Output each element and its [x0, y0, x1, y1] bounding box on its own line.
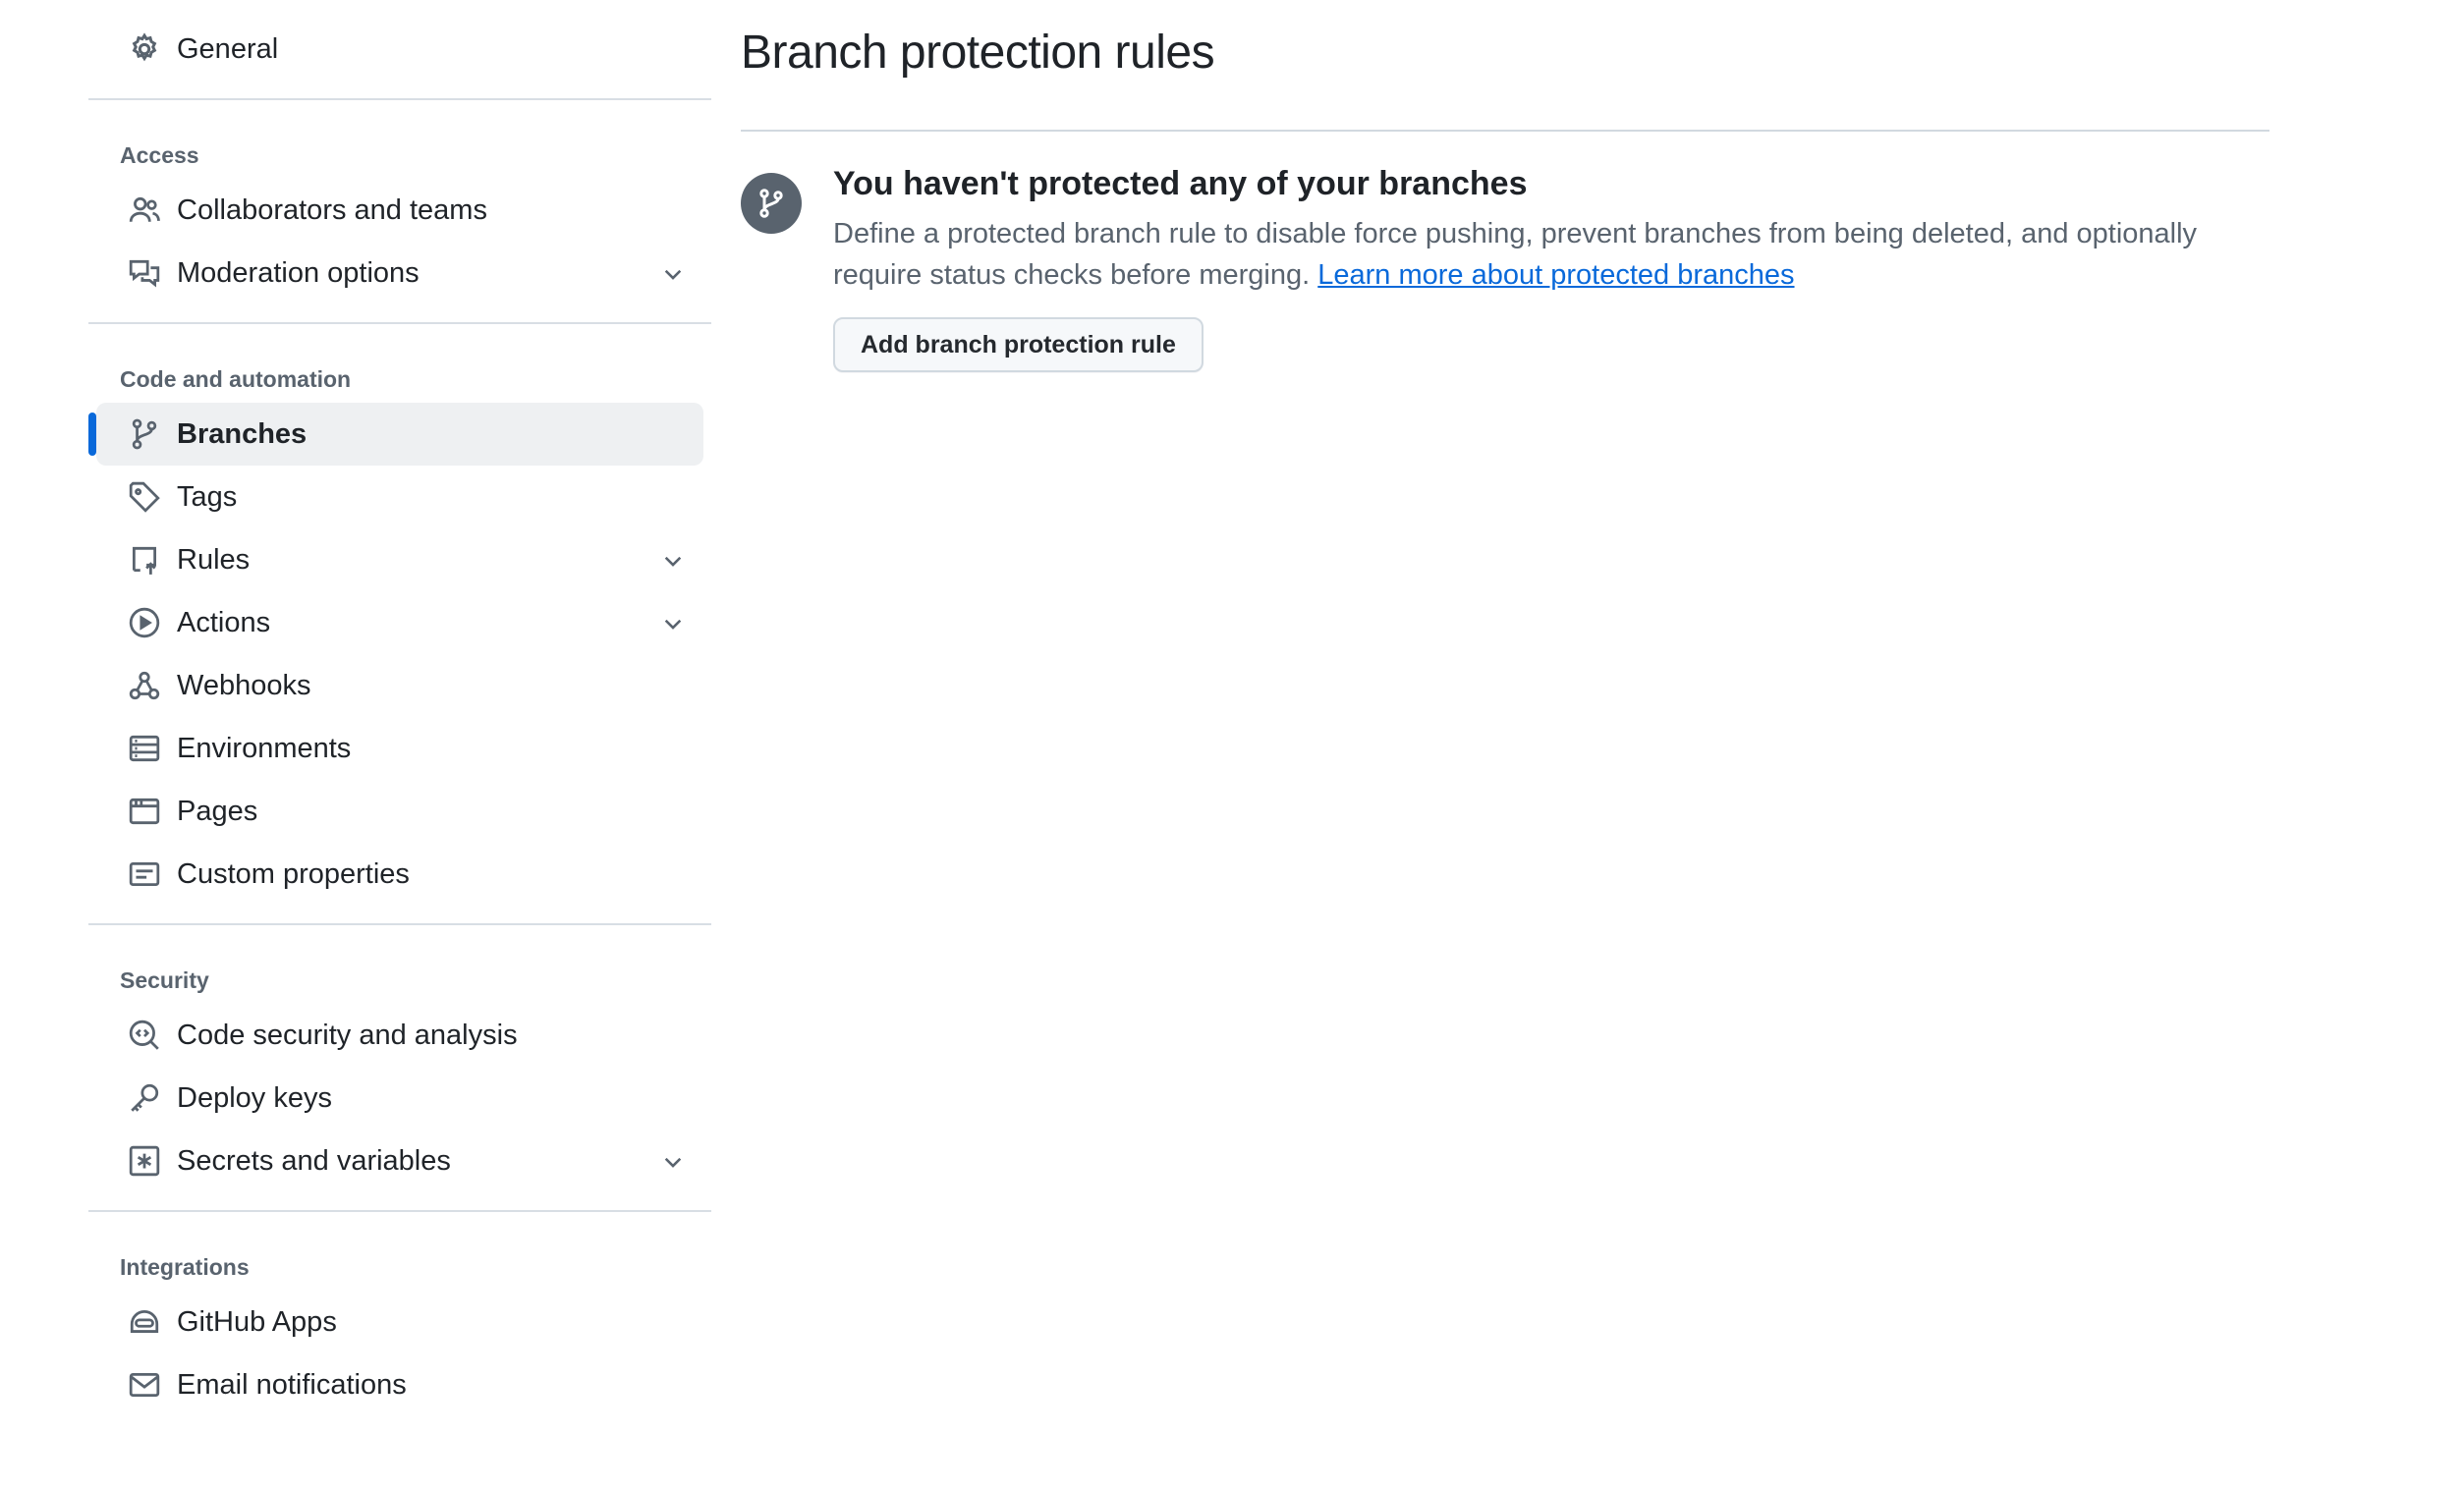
chevron-down-icon[interactable]	[660, 261, 686, 287]
sidebar-item-deploy-keys[interactable]: Deploy keys	[96, 1067, 703, 1130]
sidebar-item-moderation[interactable]: Moderation options	[96, 242, 703, 304]
sidebar-item-tags[interactable]: Tags	[96, 466, 703, 528]
people-icon	[128, 193, 161, 227]
sidebar-item-label: Branches	[177, 417, 308, 450]
sidebar-divider	[88, 322, 711, 324]
mail-icon	[128, 1368, 161, 1402]
sidebar-item-label: Webhooks	[177, 669, 311, 701]
sidebar-divider	[88, 1210, 711, 1212]
settings-sidebar: General Access Collaborators and teams M…	[88, 0, 711, 1416]
selected-indicator	[88, 413, 96, 456]
add-branch-protection-rule-button[interactable]: Add branch protection rule	[833, 317, 1204, 372]
sidebar-item-environments[interactable]: Environments	[96, 717, 703, 780]
sidebar-divider	[88, 923, 711, 925]
main-content: Branch protection rules You haven't prot…	[741, 0, 2273, 372]
server-icon	[128, 732, 161, 765]
key-asterisk-icon	[128, 1144, 161, 1178]
sidebar-item-collaborators[interactable]: Collaborators and teams	[96, 179, 703, 242]
chevron-down-icon[interactable]	[660, 611, 686, 636]
repo-push-icon	[128, 543, 161, 577]
sidebar-item-custom-properties[interactable]: Custom properties	[96, 843, 703, 906]
sidebar-item-github-apps[interactable]: GitHub Apps	[96, 1291, 703, 1353]
sidebar-item-branches[interactable]: Branches	[88, 403, 703, 466]
sidebar-item-label: Environments	[177, 732, 352, 764]
title-divider	[741, 130, 2269, 132]
key-icon	[128, 1081, 161, 1115]
note-icon	[128, 857, 161, 891]
group-label-code-automation: Code and automation	[120, 366, 352, 392]
sidebar-item-label: Code security and analysis	[177, 1019, 518, 1051]
git-branch-icon	[741, 173, 802, 234]
sidebar-item-webhooks[interactable]: Webhooks	[96, 654, 703, 717]
sidebar-item-label: GitHub Apps	[177, 1305, 337, 1338]
sidebar-item-label: Tags	[177, 480, 238, 513]
learn-more-link[interactable]: Learn more about protected branches	[1317, 259, 1794, 291]
sidebar-item-label: Actions	[177, 606, 271, 638]
sidebar-item-rules[interactable]: Rules	[96, 528, 703, 591]
hubot-icon	[128, 1305, 161, 1339]
sidebar-item-label: Rules	[177, 543, 251, 576]
group-label-integrations: Integrations	[120, 1254, 250, 1280]
sidebar-item-actions[interactable]: Actions	[96, 591, 703, 654]
sidebar-item-label: General	[177, 32, 279, 65]
blankslate-heading: You haven't protected any of your branch…	[833, 165, 1528, 202]
sidebar-item-general[interactable]: General	[96, 18, 703, 81]
chevron-down-icon[interactable]	[660, 1149, 686, 1175]
tag-icon	[128, 480, 161, 514]
chevron-down-icon[interactable]	[660, 548, 686, 574]
group-label-security: Security	[120, 967, 209, 993]
sidebar-item-secrets[interactable]: Secrets and variables	[96, 1130, 703, 1192]
sidebar-item-label: Pages	[177, 795, 258, 827]
webhook-icon	[128, 669, 161, 702]
sidebar-item-label: Email notifications	[177, 1368, 407, 1401]
sidebar-item-label: Deploy keys	[177, 1081, 332, 1114]
group-label-access: Access	[120, 142, 199, 168]
page-title: Branch protection rules	[741, 27, 1215, 79]
sidebar-item-pages[interactable]: Pages	[96, 780, 703, 843]
sidebar-item-label: Collaborators and teams	[177, 193, 487, 226]
play-icon	[128, 606, 161, 639]
sidebar-item-label: Custom properties	[177, 857, 410, 890]
codescan-icon	[128, 1019, 161, 1052]
sidebar-item-email-notifications[interactable]: Email notifications	[96, 1353, 703, 1416]
git-branch-icon	[128, 417, 161, 451]
sidebar-item-code-security[interactable]: Code security and analysis	[96, 1004, 703, 1067]
gear-icon	[128, 32, 161, 66]
sidebar-divider	[88, 98, 711, 100]
comment-discussion-icon	[128, 256, 161, 290]
blankslate-description: Define a protected branch rule to disabl…	[833, 213, 2268, 296]
browser-icon	[128, 795, 161, 828]
blankslate: You haven't protected any of your branch…	[741, 165, 2273, 372]
sidebar-item-label: Moderation options	[177, 256, 420, 289]
sidebar-item-label: Secrets and variables	[177, 1144, 451, 1177]
